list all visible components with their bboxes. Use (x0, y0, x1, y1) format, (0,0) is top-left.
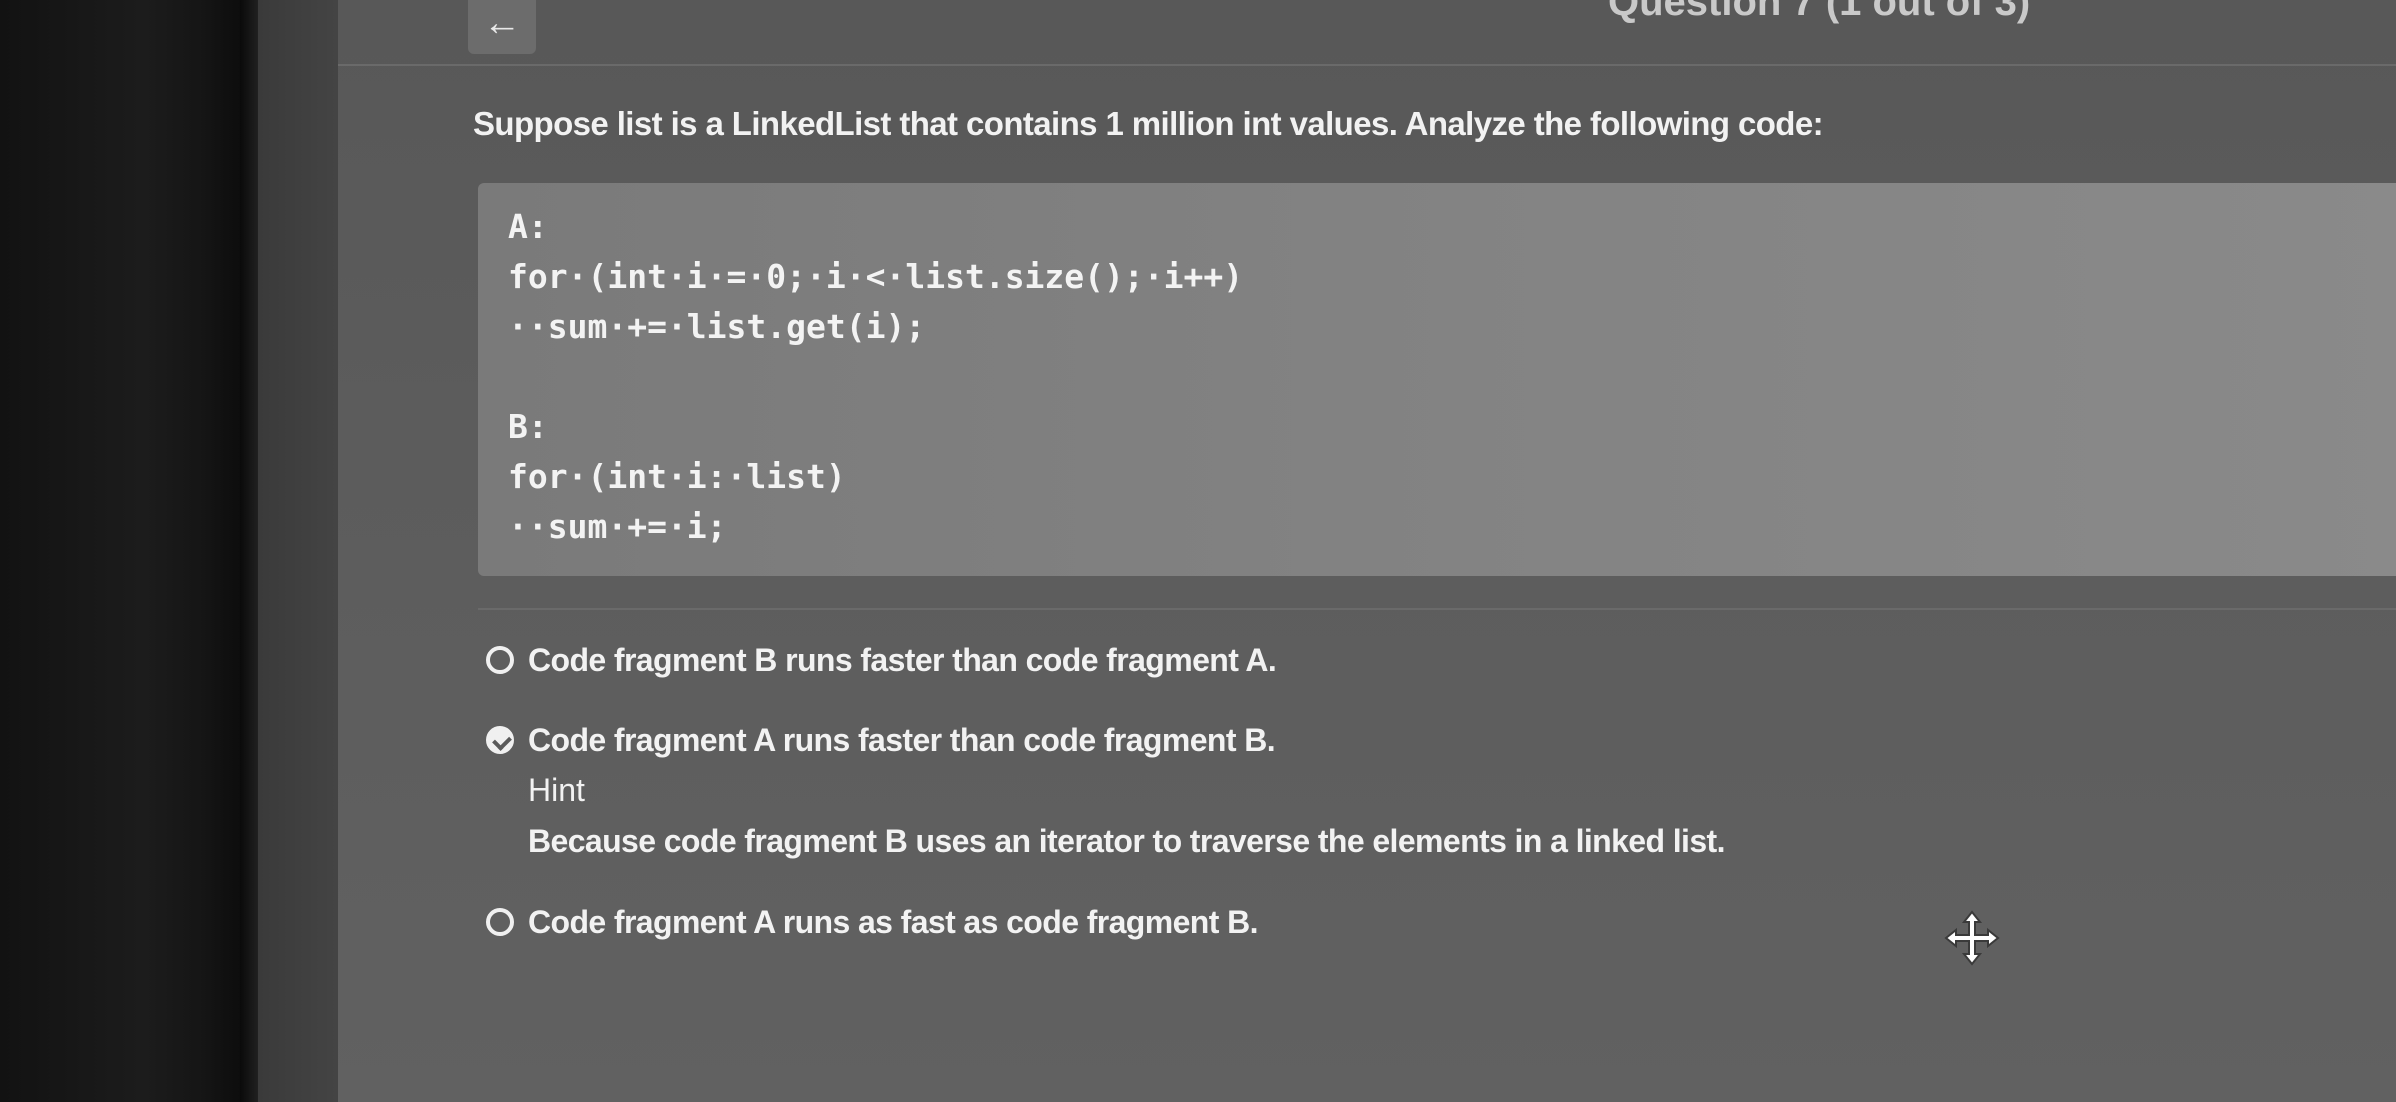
code-line: B: (508, 407, 548, 446)
answer-option-1[interactable]: Code fragment B runs faster than code fr… (486, 640, 1277, 680)
answer-option-2[interactable]: Code fragment A runs faster than code fr… (486, 720, 1276, 760)
top-bar: ← Question 7 (1 out of 3) (338, 0, 2396, 66)
arrow-left-icon: ← (483, 2, 521, 44)
question-panel: ← Question 7 (1 out of 3) Suppose list i… (338, 0, 2396, 1102)
code-line: ··sum·+=·list.get(i); (508, 307, 926, 346)
back-button[interactable]: ← (468, 0, 536, 54)
move-cursor-icon (1944, 910, 2000, 966)
monitor-edge (240, 0, 258, 1102)
answer-option-3[interactable]: Code fragment A runs as fast as code fra… (486, 902, 1258, 942)
code-line: for·(int·i·=·0;·i·<·list.size();·i++) (508, 257, 1244, 296)
question-text: Suppose list is a LinkedList that contai… (473, 105, 1824, 142)
radio-unchecked-icon[interactable] (486, 646, 514, 674)
code-line: A: (508, 207, 548, 246)
page-title: Question 7 (1 out of 3) (1608, 0, 2031, 24)
code-block: A: for·(int·i·=·0;·i·<·list.size();·i++)… (478, 183, 2396, 576)
hint-label: Hint (528, 772, 585, 808)
option-label: Code fragment A runs faster than code fr… (528, 721, 1276, 758)
code-line: ··sum·+=·i; (508, 507, 727, 546)
divider (478, 608, 2396, 610)
option-label: Code fragment A runs as fast as code fra… (528, 903, 1258, 940)
radio-checked-icon[interactable] (486, 726, 514, 754)
hint-text: Because code fragment B uses an iterator… (528, 823, 1725, 859)
code-line: for·(int·i:·list) (508, 457, 846, 496)
screen: ← Question 7 (1 out of 3) Suppose list i… (258, 0, 2396, 1102)
monitor-bezel (0, 0, 240, 1102)
radio-unchecked-icon[interactable] (486, 908, 514, 936)
option-label: Code fragment B runs faster than code fr… (528, 641, 1277, 678)
